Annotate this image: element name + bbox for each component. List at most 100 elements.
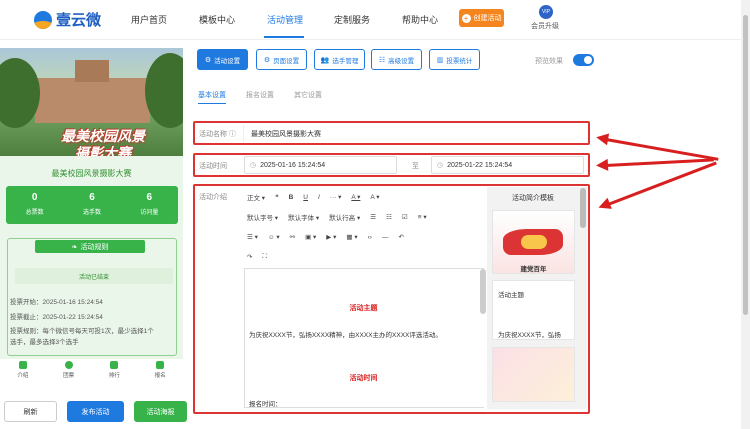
time-separator: 至 <box>412 163 419 170</box>
activity-intro-label: 活动介绍 <box>199 194 227 201</box>
activity-poster-image: 最美校园风景 摄影大赛 <box>0 48 183 156</box>
stat-contestants-num: 6 <box>89 192 95 203</box>
tab-basic-settings[interactable]: 基本设置 <box>198 90 226 100</box>
image-icon[interactable]: ▣ ▾ <box>305 233 316 241</box>
stat-total-votes-label: 总票数 <box>25 210 44 216</box>
numbered-list-icon[interactable]: ☷ <box>386 213 392 221</box>
red-arrow-1 <box>605 138 719 161</box>
tab-signup-settings[interactable]: 报名设置 <box>246 90 274 100</box>
vote-stats-button[interactable]: ▥ 投票统计 <box>429 49 480 70</box>
nav-item-activity-manage[interactable]: 活动管理 <box>267 13 303 26</box>
vip-icon[interactable]: VIP <box>539 5 553 19</box>
create-activity-label: 创建活动 <box>473 15 502 22</box>
tab-group-vote[interactable]: 团票 <box>46 359 92 383</box>
template-card-party-caption: 建党百年 <box>520 266 547 273</box>
start-time-input[interactable]: ◷ 2025-01-16 15:24:54 <box>244 156 397 174</box>
activity-settings-button[interactable]: ⚙ 活动设置 <box>197 49 248 70</box>
page-scrollbar-thumb[interactable] <box>743 15 748 315</box>
activity-ended-badge: 活动已结束 <box>15 268 173 284</box>
fullscreen-icon[interactable]: ⛶ <box>262 253 267 261</box>
template-card-theme-text: 为庆祝XXXX节，弘扬 <box>498 332 561 339</box>
nav-item-templates[interactable]: 模板中心 <box>199 13 235 26</box>
gear-icon: ⚙ <box>204 56 212 64</box>
top-nav: 壹云微 用户首页 模板中心 活动管理 定制服务 帮助中心 + 创建活动 VIP … <box>0 0 750 40</box>
rules-heading: ❧ 活动规则 <box>35 240 145 253</box>
stat-total-votes: 0 总票数 <box>6 186 63 224</box>
contestant-manage-button[interactable]: 👥 选手管理 <box>314 49 365 70</box>
activity-time-label: 活动时间 <box>199 163 227 170</box>
vote-stats-label: 投票统计 <box>446 57 473 65</box>
line-height-dropdown[interactable]: 默认行高 ▾ <box>329 212 360 222</box>
logo-icon <box>34 10 52 29</box>
more-icon[interactable]: ··· ▾ <box>330 193 342 201</box>
font-color-icon[interactable]: A ▾ <box>351 193 360 201</box>
page-settings-button[interactable]: ⚙ 页面设置 <box>256 49 307 70</box>
align-icon[interactable]: ≡ ▾ <box>418 213 427 221</box>
rules-icon: ❧ <box>71 243 78 251</box>
page-settings-label: 页面设置 <box>273 57 300 65</box>
tab-signup[interactable]: 报名 <box>137 359 183 383</box>
bullet-list-icon[interactable]: ☰ <box>370 213 376 221</box>
clock-icon: ◷ <box>250 162 257 169</box>
end-time-input[interactable]: ◷ 2025-01-22 15:24:54 <box>431 156 584 174</box>
preview-label: 预览效果 <box>535 58 563 65</box>
editor-toolbar-row3: ☰ ▾ ☺ ▾ ⚯ ▣ ▾ ▶ ▾ ▦ ▾ ‹› — ↶ <box>247 230 414 244</box>
logo[interactable]: 壹云微 <box>34 9 101 30</box>
refresh-button[interactable]: 刷新 <box>4 401 57 422</box>
emoji-icon[interactable]: ☺ ▾ <box>268 233 280 241</box>
font-size-dropdown[interactable]: 默认字号 ▾ <box>247 212 278 222</box>
chart-icon: ▥ <box>436 56 444 64</box>
tab-ranking[interactable]: 排行 <box>92 359 138 383</box>
publish-button[interactable]: 发布活动 <box>67 401 124 422</box>
ranking-icon <box>110 361 119 369</box>
background-color-icon[interactable]: A ▾ <box>370 193 379 201</box>
nav-item-custom-service[interactable]: 定制服务 <box>334 13 370 26</box>
poster-title-line1: 最美校园风景 <box>61 128 145 144</box>
paragraph-style-dropdown[interactable]: 正文 ▾ <box>247 192 265 202</box>
tab-other-settings[interactable]: 其它设置 <box>294 90 322 100</box>
italic-icon[interactable]: I <box>318 194 320 201</box>
template-panel-title: 活动简介模板 <box>512 195 554 202</box>
vip-upgrade-label[interactable]: 会员升级 <box>531 21 559 31</box>
template-card-pink[interactable] <box>492 347 575 402</box>
checklist-icon[interactable]: ☑ <box>402 213 408 221</box>
editor-toolbar-row4: ↷ ⛶ <box>247 250 277 264</box>
rules-heading-label: 活动规则 <box>80 243 109 251</box>
nav-item-home[interactable]: 用户首页 <box>131 13 167 26</box>
poster-building <box>35 60 150 123</box>
tab-intro[interactable]: 介绍 <box>0 359 46 383</box>
undo-icon[interactable]: ↶ <box>398 233 403 241</box>
clock-icon: ◷ <box>437 162 444 169</box>
plus-icon: + <box>461 13 471 23</box>
nav-active-indicator <box>264 36 304 38</box>
bold-icon[interactable]: B <box>289 194 294 201</box>
redo-icon[interactable]: ↷ <box>247 253 252 261</box>
nav-item-help[interactable]: 帮助中心 <box>402 13 438 26</box>
group-icon <box>64 361 73 369</box>
red-arrow-3 <box>607 161 717 206</box>
template-card-theme[interactable]: 活动主题 为庆祝XXXX节，弘扬 <box>492 280 575 340</box>
advanced-settings-button[interactable]: ☷ 高级设置 <box>371 49 422 70</box>
template-scrollbar[interactable] <box>580 188 586 228</box>
code-icon[interactable]: ‹› <box>368 234 372 241</box>
font-family-dropdown[interactable]: 默认字体 ▾ <box>288 212 319 222</box>
activity-name-value: 最美校园风景摄影大赛 <box>251 131 321 138</box>
editor-heading-time: 活动时间 <box>349 375 378 382</box>
page-gear-icon: ⚙ <box>263 56 271 64</box>
preview-toggle[interactable] <box>573 54 594 66</box>
poster-button[interactable]: 活动海报 <box>134 401 187 422</box>
table-icon[interactable]: ▦ ▾ <box>346 233 357 241</box>
link-icon[interactable]: ⚯ <box>290 233 295 241</box>
end-time-value: 2025-01-22 15:24:54 <box>447 161 513 169</box>
tab-group-vote-label: 团票 <box>63 373 75 379</box>
underline-icon[interactable]: U <box>303 194 308 201</box>
video-icon[interactable]: ▶ ▾ <box>326 233 336 241</box>
quote-icon[interactable]: ❝ <box>275 193 279 201</box>
editor-toolbar-row1: 正文 ▾ ❝ B U I ··· ▾ A ▾ A ▾ <box>247 190 389 204</box>
indent-icon[interactable]: ☰ ▾ <box>247 233 258 241</box>
template-card-party[interactable]: 建党百年 <box>492 210 575 274</box>
divider-icon[interactable]: — <box>382 234 389 241</box>
editor-heading-theme: 活动主题 <box>349 305 378 312</box>
create-activity-button[interactable]: + 创建活动 <box>459 9 504 27</box>
party-badge-image <box>521 235 547 249</box>
